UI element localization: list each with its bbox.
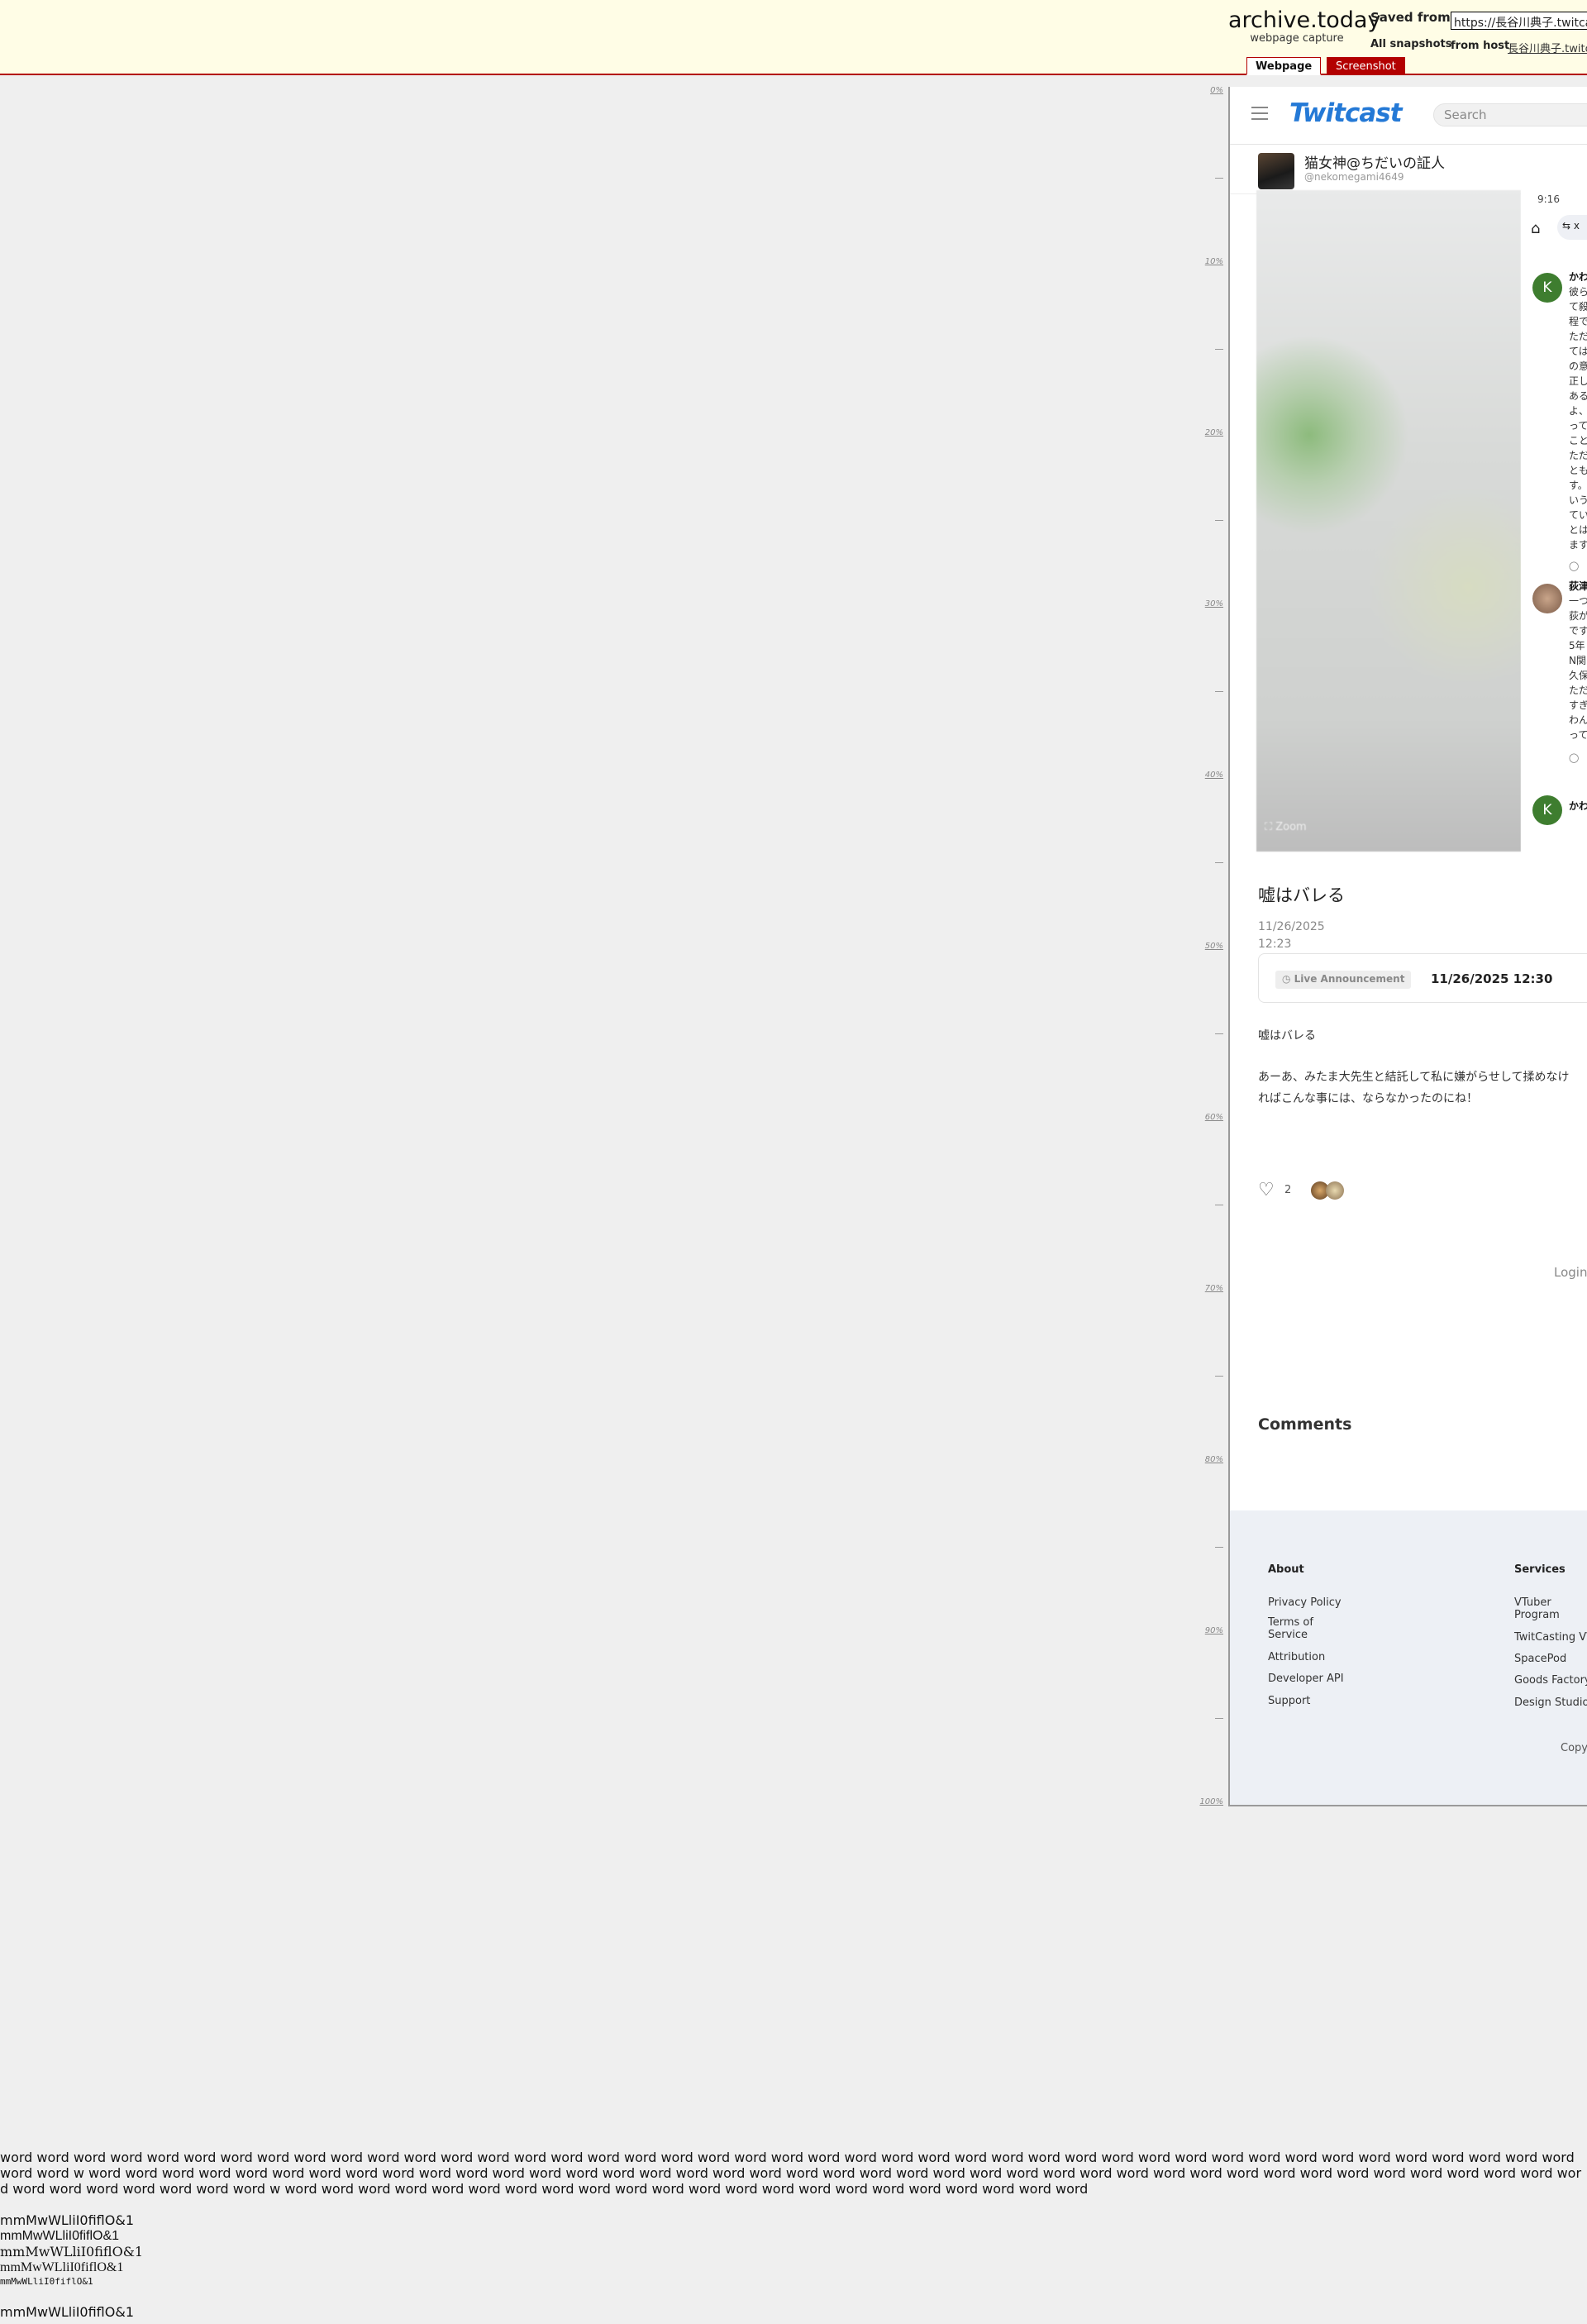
ruler-mark[interactable]: 70% [1199,1284,1223,1293]
channel-handle: @nekomegami4649 [1304,171,1404,183]
ruler-mark[interactable]: 50% [1199,942,1223,951]
phone-screenshot: 9:16 ⌂ ⇆ x K かわ 彼ら て殺 程で ただ ては の意 正し ある … [1521,190,1587,852]
phone-time: 9:16 [1537,193,1560,205]
comment-name: 荻津 [1569,580,1587,592]
post-title: 嘘はバレる [1258,885,1345,905]
ruler-tick [1215,691,1223,692]
font-sample: mmMwWLliI0fiflO&1 [0,2229,120,2243]
footer: About Privacy Policy Terms of Service At… [1230,1510,1587,1805]
captured-page: Twitcast Search 猫女神@ちだいの証人 @nekomegami46… [1228,87,1587,1806]
video-image[interactable]: ⛶ Zoom [1256,190,1521,852]
ruler-tick [1215,1376,1223,1377]
announcement-label: Live Announcement [1294,973,1405,985]
host-link[interactable]: 長谷川典子.twitca [1508,40,1587,55]
ruler-mark[interactable]: 0% [1199,86,1223,95]
footer-link[interactable]: SpacePod [1514,1653,1587,1665]
live-announcement: ◷ Live Announcement 11/26/2025 12:30 [1258,953,1587,1003]
ruler-mark[interactable]: 80% [1199,1455,1223,1464]
post-date-time: 12:23 [1258,938,1292,951]
ruler-tick [1215,349,1223,350]
saved-from-label: Saved from [1370,10,1451,25]
footer-link[interactable]: VTuber Program [1514,1596,1572,1621]
archive-header: archive.today webpage capture Saved from… [0,0,1587,75]
ruler-tick [1215,1547,1223,1548]
hamburger-menu-icon[interactable] [1251,107,1268,120]
archive-logo[interactable]: archive.today [1228,8,1380,33]
footer-link[interactable]: Goods Factory [1514,1674,1587,1687]
announcement-time: 11/26/2025 12:30 [1431,971,1553,986]
footer-link[interactable]: Design Studio [1514,1696,1587,1709]
post-date: 11/26/2025 12:23 [1258,919,1325,953]
search-input[interactable]: Search [1433,103,1587,126]
comment-text: 彼ら て殺 程で ただ ては の意 正し ある よ、 って こと ただ とも す… [1569,286,1587,551]
archive-subtitle: webpage capture [1250,32,1344,45]
filter-icon: ⇆ x [1557,215,1587,240]
post-body-line: 嘘はバレる [1258,1029,1316,1043]
tab-screenshot[interactable]: Screenshot [1327,57,1405,75]
ruler-tick [1215,1718,1223,1719]
like-count: 2 [1284,1184,1292,1196]
comment-name: かわ [1569,800,1587,812]
footer-link[interactable]: Attribution [1268,1651,1367,1663]
ruler-tick [1215,1033,1223,1034]
footer-link[interactable]: Terms of Service [1268,1616,1326,1641]
archive-brand[interactable]: archive.today webpage capture [1228,8,1380,45]
ruler-tick [1215,862,1223,863]
footer-link[interactable]: Support [1268,1695,1367,1707]
from-host-label: from host [1451,40,1510,52]
font-test-block: word word word word word word word word … [0,2150,1587,2320]
footer-link[interactable]: Privacy Policy [1268,1596,1367,1609]
comment-avatar: K [1532,795,1562,825]
ruler-tick [1215,178,1223,179]
avatar[interactable] [1326,1181,1344,1200]
tab-webpage[interactable]: Webpage [1246,57,1322,75]
font-sample: mmMwWLliI0fiflO&1 [0,2260,124,2274]
ruler-mark[interactable]: 30% [1199,599,1223,608]
footer-link[interactable]: TwitCasting VV [1514,1631,1587,1644]
ruler-mark[interactable]: 60% [1199,1113,1223,1122]
home-icon: ⌂ [1531,220,1541,237]
comment-avatar: K [1532,273,1562,303]
footer-services-heading: Services [1514,1563,1566,1576]
copyright: Copy [1561,1742,1587,1754]
footer-link[interactable]: Developer API [1268,1673,1367,1685]
ruler-mark[interactable]: 90% [1199,1626,1223,1635]
channel-header: 猫女神@ちだいの証人 @nekomegami4649 [1230,145,1587,194]
ruler-tick [1215,520,1223,521]
reply-icon: ◯ [1569,752,1580,763]
footer-about-heading: About [1268,1563,1304,1576]
ruler-mark[interactable]: 10% [1199,257,1223,266]
announcement-badge: ◷ Live Announcement [1275,971,1412,989]
zoom-label[interactable]: ⛶ Zoom [1265,821,1307,833]
font-sample: mmMwWLliI0fiflO&1 [0,2244,144,2260]
saved-url-field[interactable]: https://長谷川典子.twitcas [1451,12,1587,30]
heart-icon[interactable]: ♡ [1258,1180,1275,1200]
font-sample: mmMwWLliI0fiflO&1 [0,2276,93,2287]
post-date-day: 11/26/2025 [1258,920,1325,933]
comments-heading: Comments [1258,1415,1352,1434]
ruler-mark[interactable]: 100% [1199,1797,1223,1806]
comment-avatar [1532,584,1562,613]
ruler-mark[interactable]: 20% [1199,428,1223,437]
zoom-text: Zoom [1275,821,1307,833]
ruler-mark[interactable]: 40% [1199,771,1223,780]
login-link[interactable]: Login [1554,1265,1587,1280]
word-sample: word word word word word word word word … [0,2150,1582,2197]
avatar[interactable] [1258,153,1294,189]
twitcast-logo[interactable]: Twitcast [1289,98,1403,128]
post-body-line: あーあ、みたま大先生と結託して私に嫌がらせして揉めなければこんな事には、ならなか… [1258,1071,1570,1105]
channel-name[interactable]: 猫女神@ちだいの証人 [1304,151,1445,172]
comment-name: かわ [1569,271,1587,283]
font-sample: mmMwWLliI0fiflO&1 [0,2304,134,2320]
font-sample: mmMwWLliI0fiflO&1 [0,2212,134,2228]
top-nav: Twitcast Search [1230,87,1587,145]
all-snapshots-label: All snapshots [1370,38,1452,50]
reply-icon: ◯ [1569,561,1580,571]
comment-text: 一つ 荻が です 5年 N関 久保 ただ すぎ わん って [1569,595,1587,741]
post-body: 嘘はバレる あーあ、みたま大先生と結託して私に嫌がらせして揉めなければこんな事に… [1258,1025,1580,1129]
